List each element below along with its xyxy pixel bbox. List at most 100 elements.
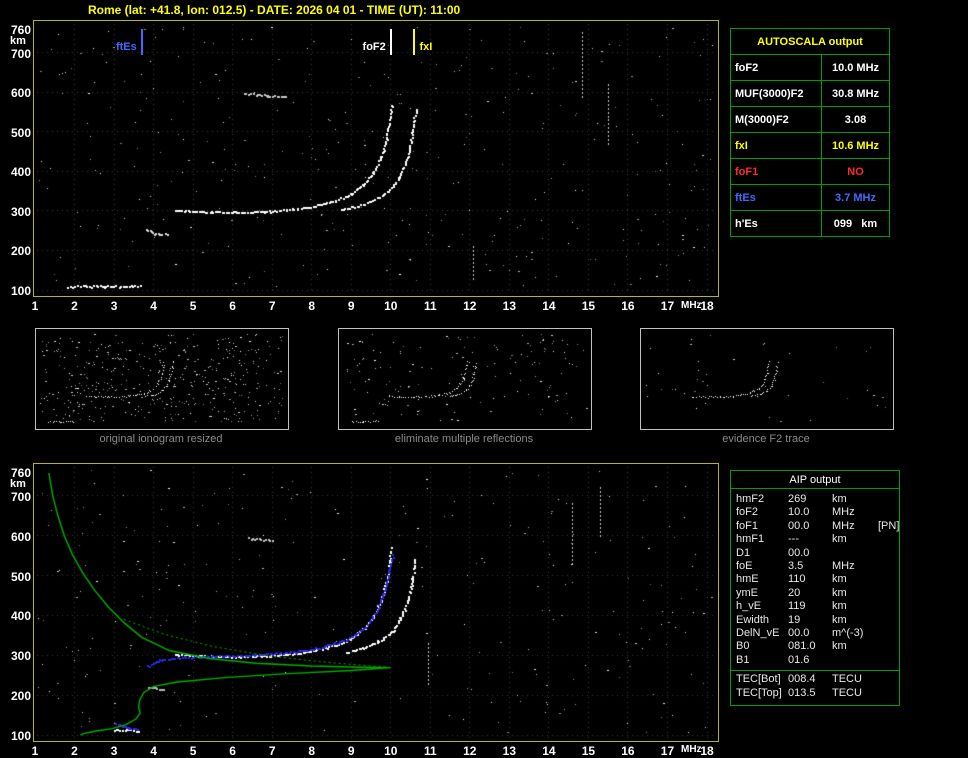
top-plot-x-tick-label: 2 xyxy=(66,299,84,313)
aip-param-unit xyxy=(832,654,878,667)
aip-param-note xyxy=(878,560,899,573)
aip-param-value: 119 xyxy=(788,600,832,613)
aip-parameter-list: hmF2269kmfoF210.0MHzfoF100.0MHz[PN]hmF1-… xyxy=(731,489,899,667)
aip-output-panel: AIP output hmF2269kmfoF210.0MHzfoF100.0M… xyxy=(730,470,900,706)
bottom-plot-x-tick-label: 8 xyxy=(303,744,321,758)
aip-param-unit: MHz xyxy=(832,506,878,519)
bottom-plot-x-tick-label: 18 xyxy=(698,744,716,758)
top-plot-x-tick-label: 3 xyxy=(105,299,123,313)
top-plot-x-tick-label: 7 xyxy=(263,299,281,313)
bottom-plot-x-tick-label: 5 xyxy=(184,744,202,758)
aip-row: foF100.0MHz[PN] xyxy=(736,520,899,533)
aip-param-note xyxy=(878,547,899,560)
bottom-plot-y-tick-label: 600 xyxy=(4,530,31,544)
station-date-time-title: Rome (lat: +41.8, lon: 012.5) - DATE: 20… xyxy=(88,3,460,17)
thumbnail-f2-canvas xyxy=(641,329,893,429)
aip-param-note xyxy=(878,600,899,613)
autoscala-param-label: MUF(3000)F2 xyxy=(731,81,822,107)
aip-param-unit: km xyxy=(832,614,878,627)
aip-row: hmF2269km xyxy=(736,493,899,506)
aip-param-note xyxy=(878,533,899,546)
aip-tec-divider xyxy=(731,670,899,671)
top-ionogram-canvas xyxy=(34,21,718,296)
thumbnail-original-canvas xyxy=(36,329,288,429)
aip-param-label: B0 xyxy=(736,640,788,653)
top-plot-x-tick-label: 6 xyxy=(224,299,242,313)
top-plot-y-tick-label: 760 xyxy=(4,23,31,37)
bottom-plot-x-tick-label: 12 xyxy=(461,744,479,758)
top-plot-x-tick-label: 9 xyxy=(342,299,360,313)
aip-param-value: 20 xyxy=(788,587,832,600)
bottom-plot-x-tick-label: 11 xyxy=(421,744,439,758)
bottom-plot-y-tick-label: 700 xyxy=(4,490,31,504)
top-plot-x-tick-label: 16 xyxy=(619,299,637,313)
thumbnail-f2-trace xyxy=(640,328,894,430)
top-plot-x-tick-label: 5 xyxy=(184,299,202,313)
marker-label-ftEs: ftEs xyxy=(116,41,137,53)
marker-line-fxI xyxy=(413,29,415,55)
aip-param-note xyxy=(878,673,899,686)
aip-row: D100.0 xyxy=(736,547,899,560)
aip-param-note: [PN] xyxy=(878,520,899,533)
aip-param-value: 00.0 xyxy=(788,547,832,560)
bottom-plot-y-tick-label: 760 xyxy=(4,466,31,480)
aip-param-label: h_vE xyxy=(736,600,788,613)
thumbnail-filtered-ionogram xyxy=(338,328,592,430)
top-plot-x-tick-label: 10 xyxy=(382,299,400,313)
bottom-plot-x-tick-label: 9 xyxy=(342,744,360,758)
aip-param-label: Ewidth xyxy=(736,614,788,627)
aip-param-value: 269 xyxy=(788,493,832,506)
aip-param-unit: TECU xyxy=(832,687,878,700)
aip-param-unit: km xyxy=(832,493,878,506)
top-plot-y-tick-label: 100 xyxy=(4,284,31,298)
top-plot-x-tick-label: 18 xyxy=(698,299,716,313)
aip-param-note xyxy=(878,614,899,627)
aip-param-unit xyxy=(832,547,878,560)
autoscala-param-label: M(3000)F2 xyxy=(731,107,822,133)
aip-row: hmE110km xyxy=(736,573,899,586)
autoscala-row: foF210.0 MHz xyxy=(731,55,890,81)
aip-param-label: foE xyxy=(736,560,788,573)
autoscala-row: h'Es099 km xyxy=(731,211,890,237)
autoscala-row: M(3000)F23.08 xyxy=(731,107,890,133)
top-plot-y-tick-label: 500 xyxy=(4,126,31,140)
aip-param-unit: km xyxy=(832,533,878,546)
aip-param-value: 081.0 xyxy=(788,640,832,653)
aip-param-label: TEC[Bot] xyxy=(736,673,788,686)
aip-param-value: 3.5 xyxy=(788,560,832,573)
marker-line-foF2 xyxy=(390,29,392,55)
thumbnail-original-ionogram xyxy=(35,328,289,430)
aip-param-unit: km xyxy=(832,600,878,613)
top-plot-x-tick-label: 15 xyxy=(579,299,597,313)
aip-param-value: 00.0 xyxy=(788,520,832,533)
autoscala-param-label: h'Es xyxy=(731,211,822,237)
bottom-plot-x-tick-label: 1 xyxy=(26,744,44,758)
bottom-plot-y-tick-label: 400 xyxy=(4,609,31,623)
aip-param-label: hmE xyxy=(736,573,788,586)
bottom-ionogram-canvas xyxy=(34,464,718,741)
top-plot-x-tick-label: 11 xyxy=(421,299,439,313)
bottom-plot-x-tick-label: 10 xyxy=(382,744,400,758)
autoscala-param-value: 10.6 MHz xyxy=(822,133,890,159)
autoscala-param-label: ftEs xyxy=(731,185,822,211)
aip-param-label: ymE xyxy=(736,587,788,600)
aip-param-label: DelN_vE xyxy=(736,627,788,640)
top-plot-x-tick-label: 12 xyxy=(461,299,479,313)
autoscala-param-label: foF2 xyxy=(731,55,822,81)
aip-param-value: 00.0 xyxy=(788,627,832,640)
top-plot-x-tick-label: 17 xyxy=(658,299,676,313)
top-plot-x-tick-label: 1 xyxy=(26,299,44,313)
aip-param-note xyxy=(878,573,899,586)
aip-param-label: foF2 xyxy=(736,506,788,519)
top-plot-y-tick-label: 600 xyxy=(4,86,31,100)
top-ionogram-plot: ftEsfoF2fxI xyxy=(33,20,719,297)
autoscala-row: MUF(3000)F230.8 MHz xyxy=(731,81,890,107)
aip-param-value: 008.4 xyxy=(788,673,832,686)
autoscala-param-value: 10.0 MHz xyxy=(822,55,890,81)
autoscala-param-label: foF1 xyxy=(731,159,822,185)
aip-param-value: 110 xyxy=(788,573,832,586)
aip-row: foE3.5MHz xyxy=(736,560,899,573)
aip-param-unit: km xyxy=(832,640,878,653)
aip-param-unit: km xyxy=(832,587,878,600)
top-plot-y-tick-label: 700 xyxy=(4,47,31,61)
